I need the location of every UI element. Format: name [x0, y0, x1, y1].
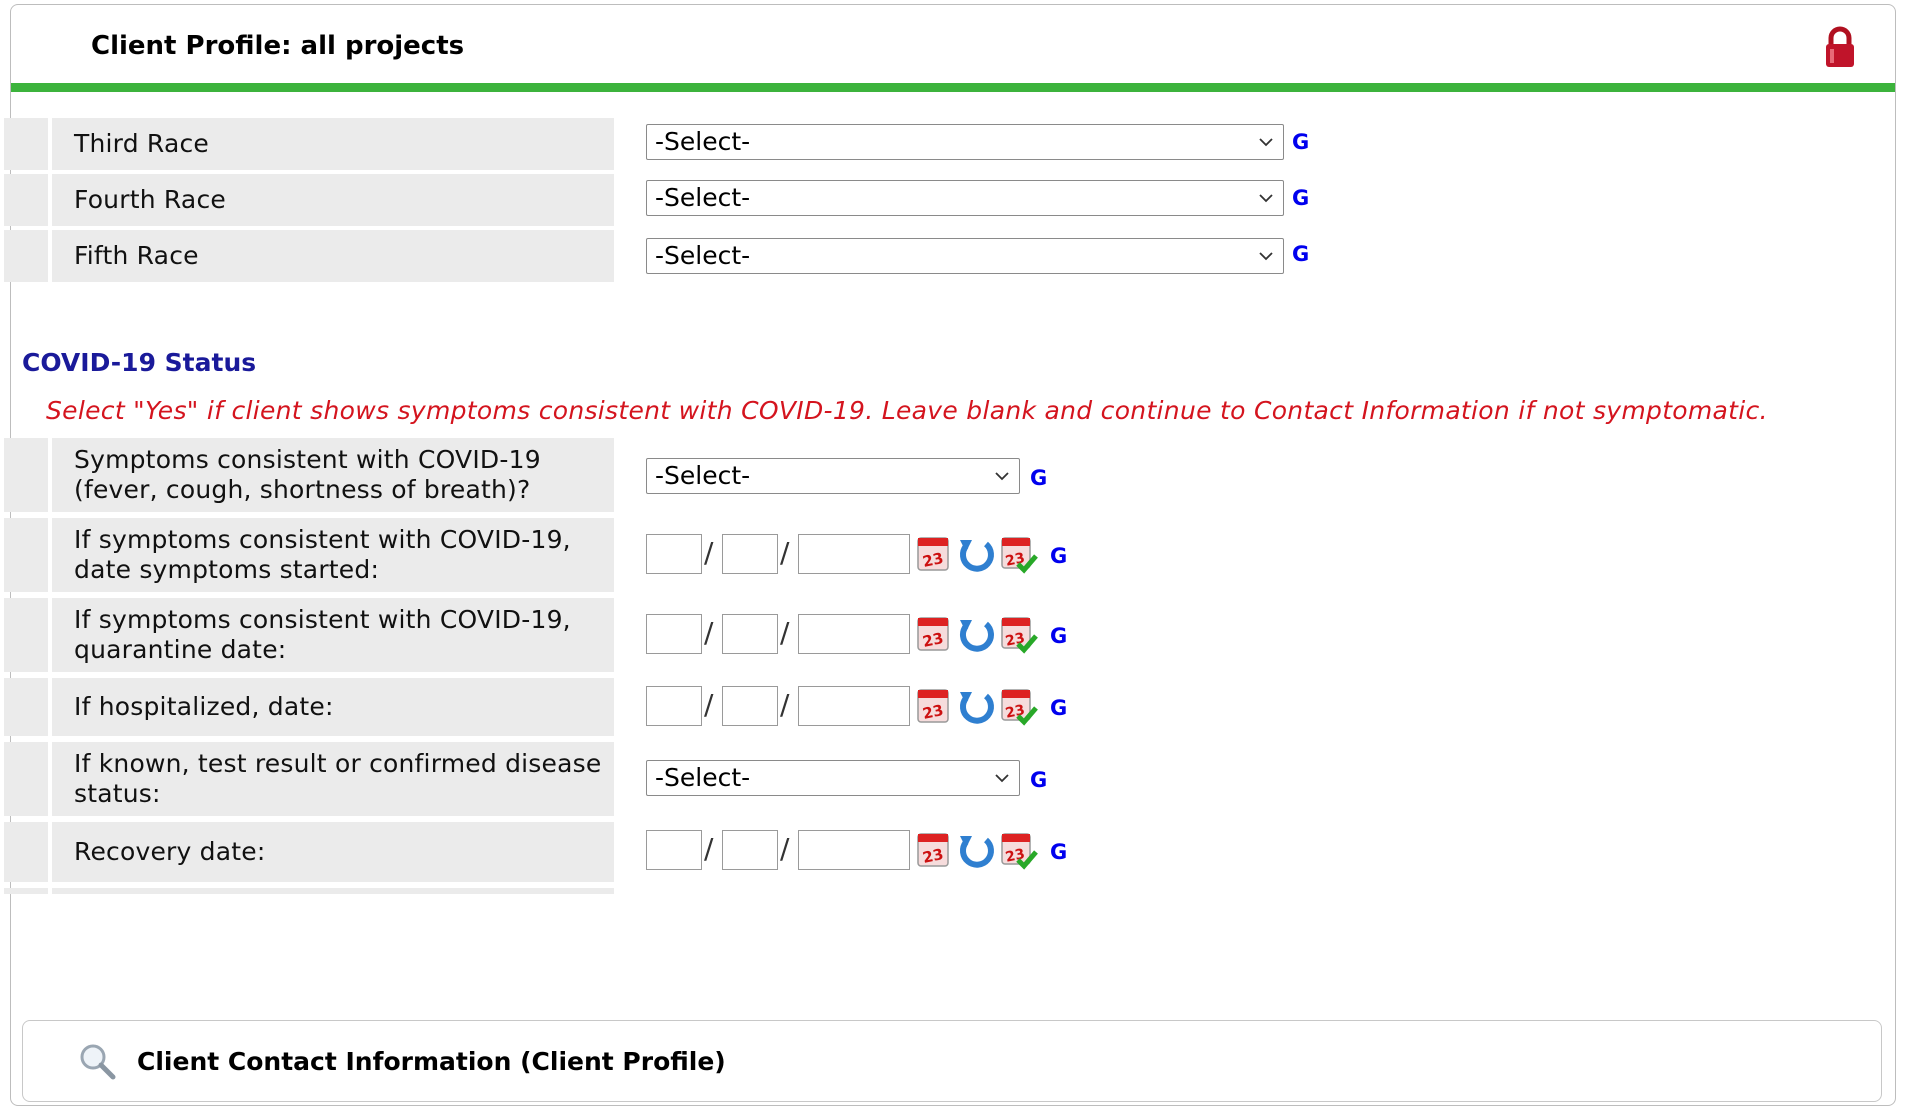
- quarantine-g-link[interactable]: G: [1050, 624, 1067, 648]
- hospitalized-g-link[interactable]: G: [1050, 696, 1067, 720]
- row-gutter: [4, 118, 48, 170]
- month-input[interactable]: [646, 614, 702, 654]
- test-result-g-link[interactable]: G: [1030, 768, 1047, 792]
- row-gutter: [4, 518, 48, 592]
- date-separator: /: [704, 536, 714, 569]
- section-title-covid: COVID-19 Status: [22, 348, 257, 377]
- date-separator: /: [704, 832, 714, 865]
- select-value: -Select-: [655, 763, 751, 792]
- row-recovery: Recovery date:: [4, 822, 624, 882]
- year-input[interactable]: [798, 686, 910, 726]
- field-label: If symptoms consistent with COVID-19, qu…: [52, 598, 614, 672]
- calendar-icon[interactable]: 23: [914, 612, 954, 656]
- row-symptoms-started: If symptoms consistent with COVID-19, da…: [4, 518, 624, 592]
- day-input[interactable]: [722, 830, 778, 870]
- date-separator: /: [780, 688, 790, 721]
- calendar-icon[interactable]: 23: [914, 828, 954, 872]
- chevron-down-icon: [1259, 138, 1273, 147]
- calendar-check-icon[interactable]: 23: [998, 612, 1038, 656]
- row-stub: [4, 888, 624, 894]
- recovery-g-link[interactable]: G: [1050, 840, 1067, 864]
- calendar-check-icon[interactable]: 23: [998, 828, 1038, 872]
- select-value: -Select-: [655, 241, 751, 270]
- row-gutter: [4, 438, 48, 512]
- year-input[interactable]: [798, 614, 910, 654]
- fourth-race-select[interactable]: -Select-: [646, 180, 1284, 216]
- row-third-race: Third Race: [4, 118, 624, 170]
- lock-icon[interactable]: [1823, 25, 1857, 69]
- refresh-icon[interactable]: [956, 828, 996, 872]
- refresh-icon[interactable]: [956, 532, 996, 576]
- field-label: Fifth Race: [52, 230, 614, 282]
- row-symptoms: Symptoms consistent with COVID-19 (fever…: [4, 438, 624, 512]
- panel-header: Client Profile: all projects: [11, 5, 1895, 92]
- test-result-select[interactable]: -Select-: [646, 760, 1020, 796]
- month-input[interactable]: [646, 534, 702, 574]
- row-gutter: [4, 598, 48, 672]
- magnifier-icon[interactable]: [77, 1041, 117, 1081]
- day-input[interactable]: [722, 614, 778, 654]
- field-label: If symptoms consistent with COVID-19, da…: [52, 518, 614, 592]
- year-input[interactable]: [798, 830, 910, 870]
- row-fifth-race: Fifth Race: [4, 230, 624, 282]
- covid-instruction-note: Select "Yes" if client shows symptoms co…: [46, 396, 1768, 425]
- third-race-select[interactable]: -Select-: [646, 124, 1284, 160]
- row-stub-cell: [52, 888, 614, 894]
- fifth-race-g-link[interactable]: G: [1292, 242, 1309, 266]
- row-gutter: [4, 174, 48, 226]
- field-label: Fourth Race: [52, 174, 614, 226]
- row-gutter: [4, 678, 48, 736]
- row-hospitalized: If hospitalized, date:: [4, 678, 624, 736]
- third-race-g-link[interactable]: G: [1292, 130, 1309, 154]
- contact-info-title: Client Contact Information (Client Profi…: [137, 1047, 726, 1076]
- calendar-check-icon[interactable]: 23: [998, 532, 1038, 576]
- row-gutter: [4, 742, 48, 816]
- select-value: -Select-: [655, 461, 751, 490]
- calendar-check-icon[interactable]: 23: [998, 684, 1038, 728]
- refresh-icon[interactable]: [956, 684, 996, 728]
- date-separator: /: [780, 832, 790, 865]
- field-label: Third Race: [52, 118, 614, 170]
- date-separator: /: [704, 688, 714, 721]
- date-separator: /: [780, 616, 790, 649]
- symptoms-started-g-link[interactable]: G: [1050, 544, 1067, 568]
- fifth-race-select[interactable]: -Select-: [646, 238, 1284, 274]
- day-input[interactable]: [722, 534, 778, 574]
- contact-info-panel: Client Contact Information (Client Profi…: [22, 1020, 1882, 1102]
- year-input[interactable]: [798, 534, 910, 574]
- date-separator: /: [704, 616, 714, 649]
- field-label: If hospitalized, date:: [52, 678, 614, 736]
- calendar-icon[interactable]: 23: [914, 532, 954, 576]
- chevron-down-icon: [1259, 252, 1273, 261]
- select-value: -Select-: [655, 183, 751, 212]
- row-gutter: [4, 822, 48, 882]
- row-quarantine: If symptoms consistent with COVID-19, qu…: [4, 598, 624, 672]
- row-gutter: [4, 888, 48, 894]
- field-label: If known, test result or confirmed disea…: [52, 742, 614, 816]
- chevron-down-icon: [995, 774, 1009, 783]
- row-fourth-race: Fourth Race: [4, 174, 624, 226]
- fourth-race-g-link[interactable]: G: [1292, 186, 1309, 210]
- date-separator: /: [780, 536, 790, 569]
- select-value: -Select-: [655, 127, 751, 156]
- symptoms-select[interactable]: -Select-: [646, 458, 1020, 494]
- row-gutter: [4, 230, 48, 282]
- month-input[interactable]: [646, 830, 702, 870]
- month-input[interactable]: [646, 686, 702, 726]
- refresh-icon[interactable]: [956, 612, 996, 656]
- symptoms-g-link[interactable]: G: [1030, 466, 1047, 490]
- panel-title: Client Profile: all projects: [91, 31, 465, 61]
- day-input[interactable]: [722, 686, 778, 726]
- calendar-icon[interactable]: 23: [914, 684, 954, 728]
- row-test-result: If known, test result or confirmed disea…: [4, 742, 624, 816]
- field-label: Symptoms consistent with COVID-19 (fever…: [52, 438, 614, 512]
- chevron-down-icon: [995, 472, 1009, 481]
- chevron-down-icon: [1259, 194, 1273, 203]
- field-label: Recovery date:: [52, 822, 614, 882]
